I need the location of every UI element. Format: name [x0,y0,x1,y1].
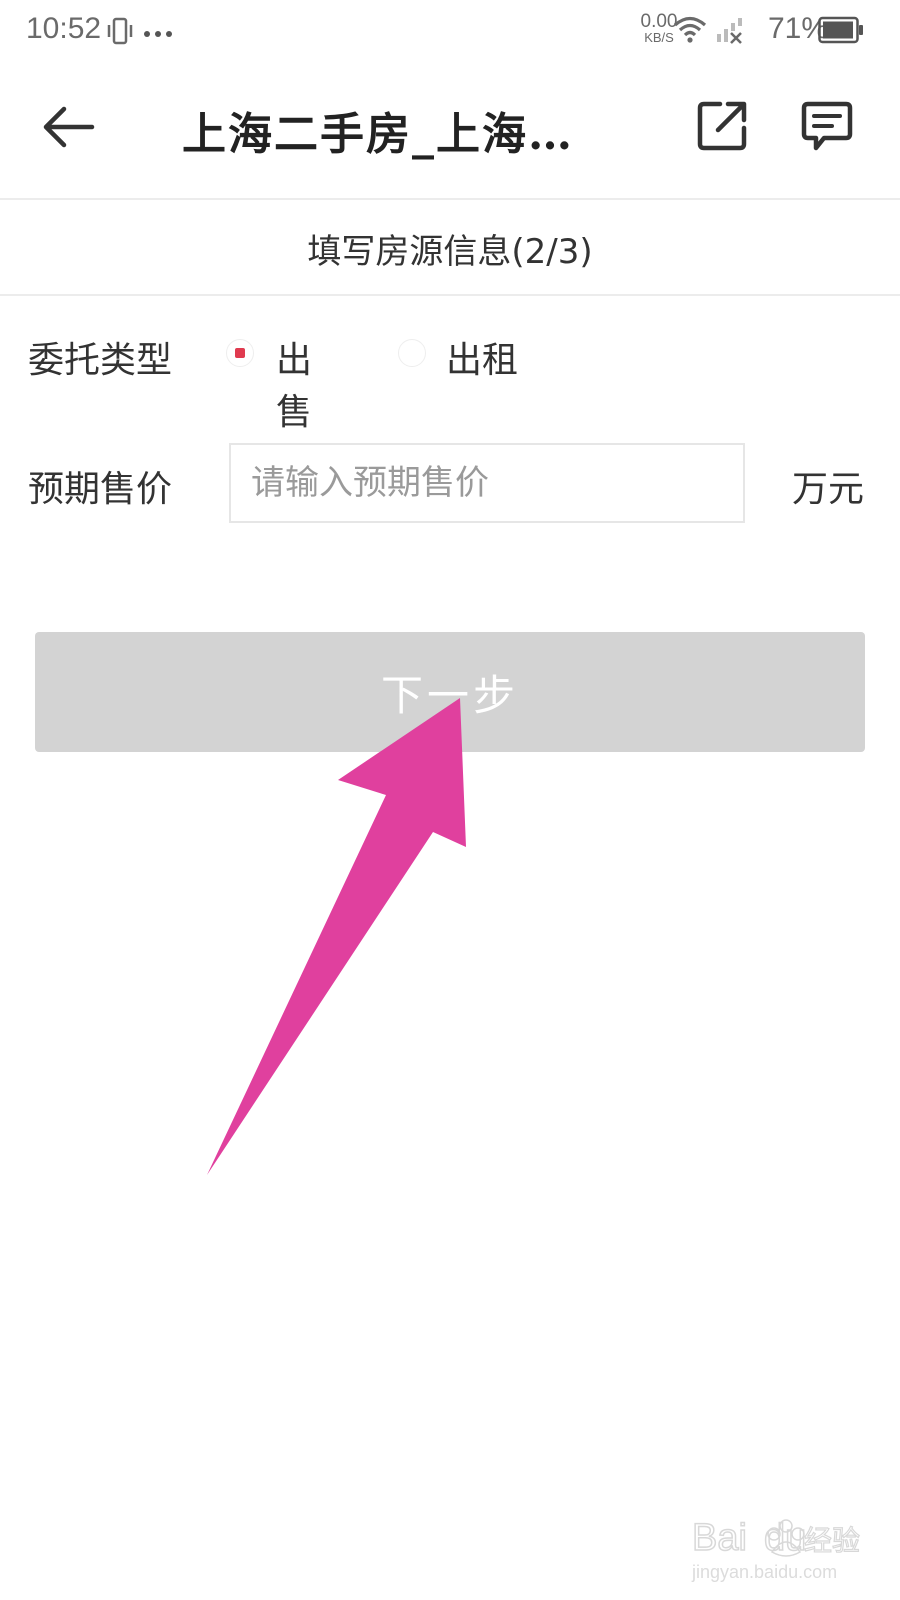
annotation-arrow [207,698,466,1175]
baidu-jingyan-watermark: Bai du 经验 jingyan.baidu.com [690,1508,870,1588]
svg-text:jingyan.baidu.com: jingyan.baidu.com [691,1562,837,1582]
svg-text:Bai: Bai [692,1517,747,1559]
baidu-logo-icon: Bai du 经验 jingyan.baidu.com [691,1516,861,1582]
svg-text:du: du [764,1517,806,1559]
pink-arrow-shape [207,698,466,1175]
svg-text:经验: 经验 [804,1524,860,1557]
